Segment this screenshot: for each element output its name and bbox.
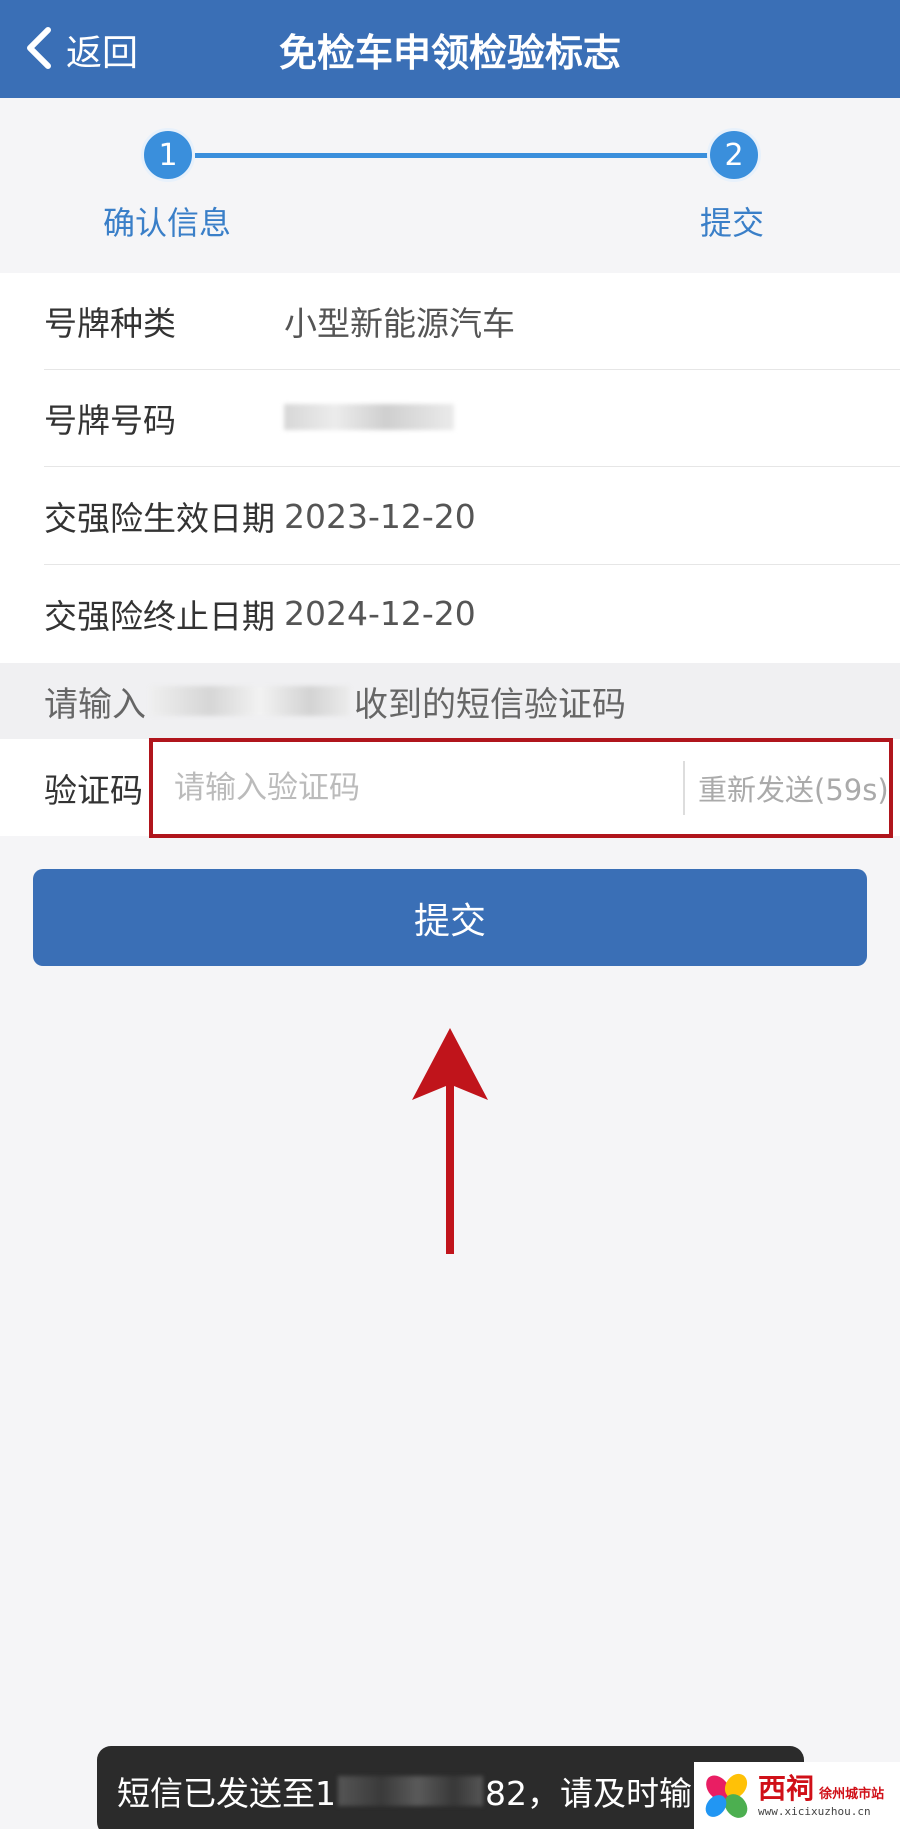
redacted-plate-number <box>284 403 454 430</box>
step-1-label: 确认信息 <box>103 204 232 242</box>
insurance-start-label: 交强险生效日期 <box>44 499 275 538</box>
stepper: 1 2 确认信息 提交 <box>0 98 900 273</box>
pinwheel-logo-icon <box>705 1773 748 1818</box>
watermark-url: www.xicixuzhou.cn <box>758 1804 871 1818</box>
toast-prefix: 短信已发送至1 <box>117 1774 336 1813</box>
info-row-insurance-start: 交强险生效日期 2023-12-20 <box>44 468 900 565</box>
toast-suffix: 82，请及时输 <box>485 1774 692 1813</box>
site-watermark: 西祠 徐州城市站 www.xicixuzhou.cn <box>694 1762 900 1829</box>
vehicle-info-list: 号牌种类 小型新能源汽车 号牌号码 交强险生效日期 2023-12-20 交强险… <box>0 273 900 663</box>
sms-prompt: 请输入 收到的短信验证码 <box>0 663 900 739</box>
info-row-plate-type: 号牌种类 小型新能源汽车 <box>44 273 900 370</box>
info-row-plate-number: 号牌号码 <box>44 370 900 467</box>
verification-code-label: 验证码 <box>44 770 143 810</box>
redacted-toast-phone <box>338 1776 483 1806</box>
watermark-text: 西祠 徐州城市站 www.xicixuzhou.cn <box>758 1771 885 1818</box>
sms-prompt-suffix: 收到的短信验证码 <box>354 684 626 725</box>
submit-button[interactable]: 提交 <box>33 869 867 966</box>
redacted-phone-number <box>150 686 350 716</box>
insurance-end-label: 交强险终止日期 <box>44 596 275 636</box>
info-row-insurance-end: 交强险终止日期 2024-12-20 <box>44 565 900 662</box>
verification-code-row: 验证码 重新发送(59s) <box>0 739 900 836</box>
back-button[interactable]: 返回 <box>22 20 138 80</box>
chevron-left-icon <box>22 24 56 76</box>
plate-type-value: 小型新能源汽车 <box>284 304 515 343</box>
resend-code-button[interactable]: 重新发送(59s) <box>698 739 889 836</box>
step-1-number: 1 <box>141 128 195 182</box>
verification-code-input[interactable] <box>150 739 680 836</box>
watermark-brand: 西祠 <box>758 1771 815 1805</box>
insurance-end-value: 2024-12-20 <box>284 594 476 633</box>
input-divider <box>683 761 685 815</box>
app-header: 返回 免检车申领检验标志 <box>0 0 900 98</box>
step-connector <box>195 153 710 158</box>
plate-number-label: 号牌号码 <box>44 401 176 440</box>
plate-number-value <box>284 399 454 438</box>
step-2-label: 提交 <box>700 204 765 242</box>
sms-prompt-prefix: 请输入 <box>44 684 146 725</box>
back-label: 返回 <box>66 33 139 74</box>
plate-type-label: 号牌种类 <box>44 304 176 343</box>
insurance-start-value: 2023-12-20 <box>284 496 476 536</box>
watermark-city: 徐州城市站 <box>819 1786 885 1802</box>
step-2-number: 2 <box>707 128 761 182</box>
page: 返回 免检车申领检验标志 1 2 确认信息 提交 号牌种类 小型新能源汽车 号牌… <box>0 0 900 1829</box>
arrow-up-icon <box>410 1028 490 1260</box>
